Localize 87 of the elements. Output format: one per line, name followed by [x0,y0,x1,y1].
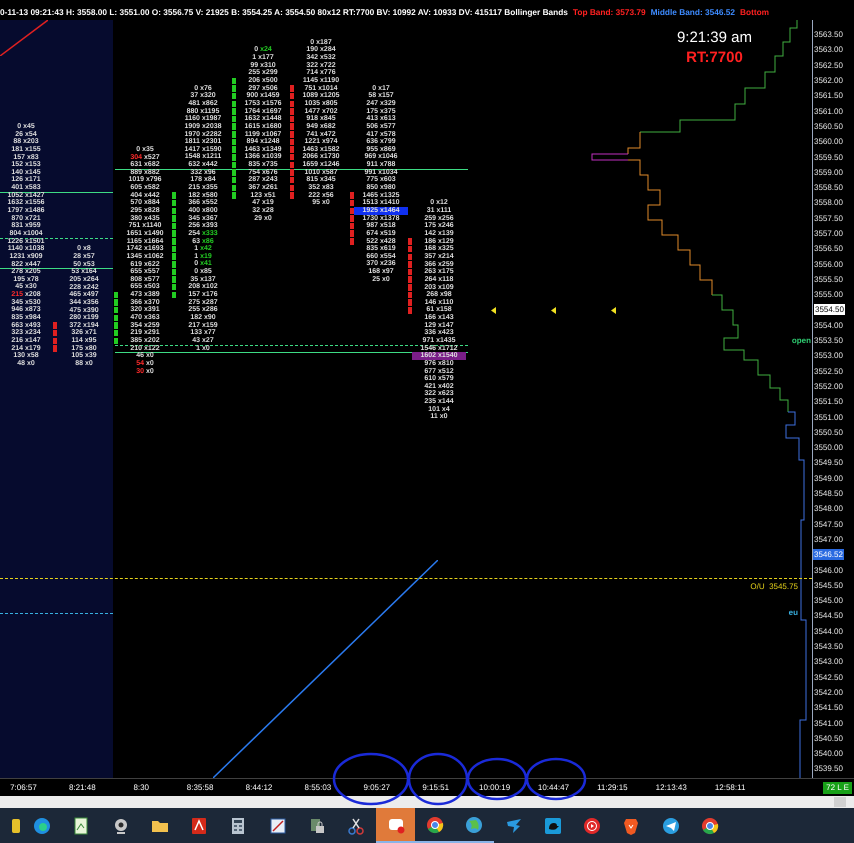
price-label: 3552.00 [813,380,844,392]
price-label: 3546.00 [813,564,844,576]
time-label: 8:55:03 [304,782,332,794]
price-label: 3541.00 [813,718,844,728]
price-label: 3539.50 [813,763,844,774]
price-label: 3552.50 [813,366,844,377]
time-label: 8:30 [132,782,150,794]
price-label: 3562.00 [813,75,844,86]
band-label: Top Band: 3573.79 [572,6,646,18]
time-label: 7:06:57 [9,782,38,794]
price-label: 3554.50 [813,303,846,316]
clock-text: 9:21:39 am [676,28,752,48]
time-label: 12:13:43 [654,782,688,794]
price-label: 3546.52 [813,549,844,560]
price-label: 3542.00 [813,686,844,698]
chart-label: O/U 3545.75 [750,581,798,594]
price-label: 3550.50 [813,426,844,438]
price-label: 3542.50 [813,672,844,683]
price-label: 3561.50 [813,90,844,102]
status-badge: 72 L E [823,782,852,794]
browser-icon [32,816,52,836]
time-label: 10:44:47 [536,782,570,794]
price-label: 3558.50 [813,182,844,194]
price-label: 3540.00 [813,748,844,760]
play-icon [582,816,602,836]
globe-icon [464,814,484,834]
price-label: 3554.00 [813,320,844,331]
time-label: 9:05:27 [362,782,392,794]
browser-icon [424,814,445,834]
bird-icon [542,816,563,836]
time-label: 12:58:11 [714,782,746,794]
price-label: 3548.50 [813,488,844,500]
price-label: 3557.00 [813,228,844,239]
price-label: 3540.50 [813,732,844,744]
horizontal-scrollbar[interactable] [0,796,854,808]
price-label: 3555.00 [813,289,844,300]
price-label: 3563.50 [813,29,844,40]
price-label: 3549.50 [813,457,844,468]
price-label: 3541.50 [813,702,844,714]
price-label: 3543.00 [813,656,844,668]
price-label: 3558.00 [813,197,844,208]
price-label: 3560.50 [813,120,844,132]
price-label: 3543.50 [813,641,844,652]
trend-line-icon [213,560,438,778]
chart-label: open [792,335,811,347]
price-label: 3563.00 [813,44,844,56]
time-label: 8:21:48 [68,782,97,794]
quote-status-text: 0-11-13 09:21:43 H: 3558.00 L: 3551.00 O: 3556.75 V: 21925 B: 3554.25 A: 3554.50 80x12 RT:7700 BV: 10992 AV: 10933 DV: 415117 Bollinger Bands [0,6,568,18]
price-label: 3544.50 [813,610,844,622]
time-label: 9:15:51 [421,782,450,794]
band-label: Middle Band: 3546.52 [650,6,736,18]
price-label: 3555.50 [813,274,844,285]
browser-icon [700,816,720,836]
price-label: 3556.50 [813,243,844,254]
price-label: 3553.50 [813,335,844,346]
price-label: 3556.00 [813,258,844,270]
price-label: 3562.50 [813,60,844,71]
paper-plane-icon [660,816,681,836]
trend-line-icon [0,20,48,56]
triangle-marker-icon [491,306,496,314]
price-label: 3561.00 [813,106,844,117]
image-editor-icon [268,816,288,836]
band-label: Bottom [740,6,770,18]
triangle-marker-icon [551,306,556,314]
time-label: 11:29:15 [596,782,629,794]
triangle-marker-icon [611,306,616,314]
time-label: 10:00:19 [478,782,512,794]
chart-label: eu [788,607,798,620]
price-label: 3553.00 [813,350,844,362]
price-label: 3551.00 [813,412,844,423]
price-label: 3559.50 [813,152,844,163]
price-label: 3559.00 [813,166,844,178]
price-label: 3548.00 [813,503,844,514]
taskbar-button[interactable] [376,808,416,843]
price-label: 3545.00 [813,595,844,606]
rt-text: RT:7700 [686,48,743,68]
time-label: 8:44:12 [244,782,274,794]
price-label: 3550.00 [813,442,844,454]
price-label: 3551.50 [813,396,844,408]
price-label: 3547.50 [813,518,844,530]
price-label: 3557.50 [813,212,844,224]
price-label: 3545.50 [813,580,844,591]
time-label: 8:35:58 [186,782,214,794]
price-label: 3547.00 [813,534,844,545]
price-label: 3560.00 [813,136,844,148]
price-label: 3549.00 [813,472,844,484]
price-label: 3544.00 [813,626,844,637]
